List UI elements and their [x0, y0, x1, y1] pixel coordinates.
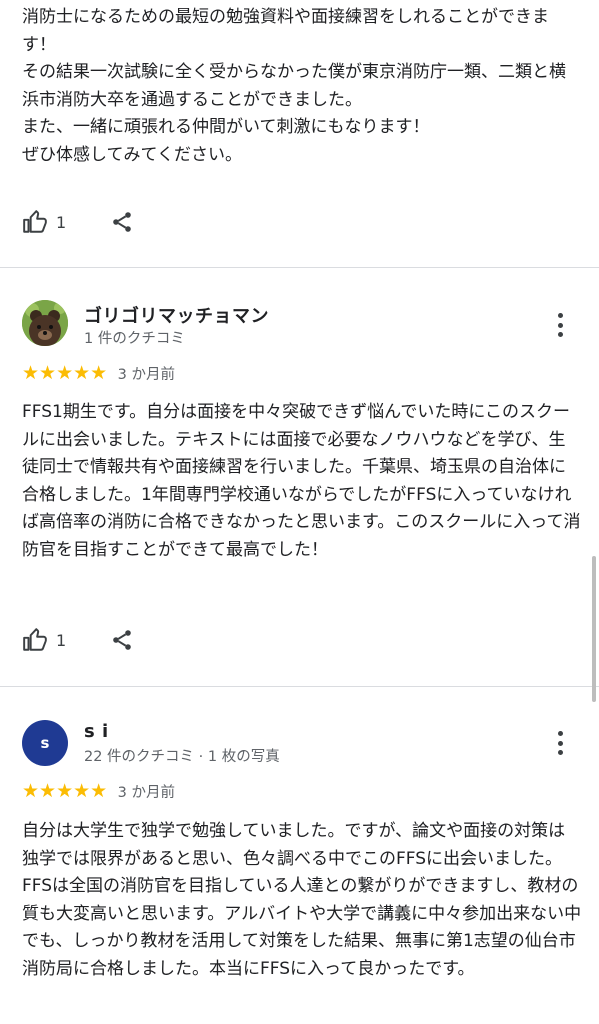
more-vert-dot — [557, 332, 563, 337]
author-review-count: 22 件のクチコミ · 1 枚の写真 — [84, 749, 280, 765]
scrollbar[interactable] — [592, 556, 596, 702]
share-button[interactable] — [110, 628, 134, 652]
divider — [0, 267, 599, 268]
more-options-button[interactable] — [548, 310, 572, 340]
author-review-count: 1 件のクチコミ — [84, 331, 185, 347]
rating-row: ★★★★★ 3 か月前 — [22, 780, 175, 802]
star-rating: ★★★★★ — [22, 362, 108, 384]
thumb-up-icon — [23, 628, 47, 651]
like-button[interactable]: 1 — [22, 209, 66, 235]
thumb-up-icon — [23, 210, 47, 233]
avatar[interactable]: s — [22, 720, 68, 766]
author-name[interactable]: s i — [84, 721, 109, 742]
review-actions: 1 — [22, 207, 134, 237]
more-vert-icon — [557, 731, 563, 736]
star-rating: ★★★★★ — [22, 780, 108, 802]
share-icon — [113, 212, 131, 232]
like-count: 1 — [56, 630, 67, 650]
like-button[interactable]: 1 — [22, 627, 66, 653]
review-actions: 1 — [22, 625, 134, 655]
more-vert-dot — [557, 322, 563, 328]
review-time: 3 か月前 — [117, 366, 176, 383]
more-vert-icon — [557, 313, 563, 318]
divider — [0, 686, 599, 687]
more-options-button[interactable] — [548, 728, 572, 758]
avatar[interactable] — [22, 300, 68, 346]
like-count: 1 — [56, 212, 67, 232]
share-icon — [113, 630, 131, 650]
review-text: 自分は大学生で独学で勉強していました。ですが、論文や面接の対策は独学では限界があ… — [22, 821, 582, 979]
bear-avatar-icon — [22, 300, 68, 346]
author-name[interactable]: ゴリゴリマッチョマン — [84, 302, 269, 328]
more-vert-dot — [557, 740, 563, 746]
share-button[interactable] — [110, 210, 134, 234]
rating-row: ★★★★★ 3 か月前 — [22, 362, 175, 384]
review-text: FFS1期生です。自分は面接を中々突破できず悩んでいた時にこのスクールに出会いま… — [22, 402, 581, 560]
review-text: 消防士になるための最短の勉強資料や面接練習をしれることができます！ その結果一次… — [22, 7, 566, 165]
review-time: 3 か月前 — [117, 784, 176, 801]
more-vert-dot — [557, 750, 563, 755]
